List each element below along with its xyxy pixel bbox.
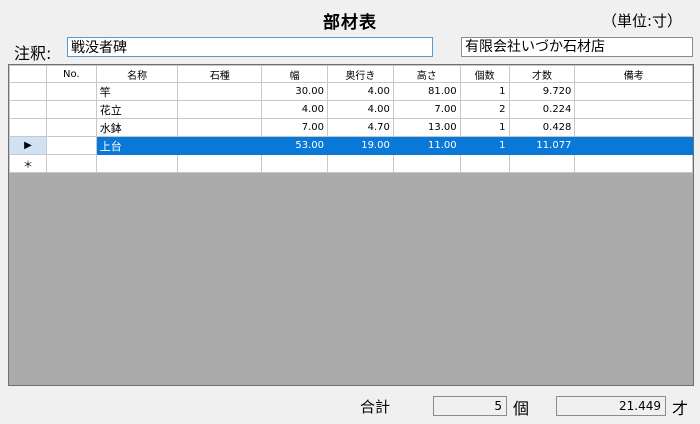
cell-sai[interactable]: 0.224 (508, 100, 576, 119)
table-row[interactable]: 竿 30.00 4.00 81.00 1 9.720 (9, 82, 693, 101)
cell-sai[interactable]: 11.077 (508, 136, 576, 155)
row-header[interactable] (9, 118, 47, 137)
table-header-row: No. 名称 石種 幅 奥行き 高さ 個数 才数 備考 (9, 65, 693, 83)
column-header-sai[interactable]: 才数 (508, 65, 576, 83)
total-label: 合計 (360, 398, 391, 416)
total-count-field: 5 (433, 396, 507, 416)
row-header-new[interactable]: ＊ (9, 154, 47, 173)
page-title: 部材表 (323, 13, 377, 33)
cell-stone[interactable] (177, 118, 263, 137)
unit-label: （単位:寸） (601, 12, 682, 30)
cell-no[interactable] (45, 82, 97, 101)
cell-depth[interactable]: 4.70 (327, 118, 394, 137)
column-header-width[interactable]: 幅 (261, 65, 328, 83)
cell-height[interactable]: 11.00 (392, 136, 461, 155)
cell-width[interactable]: 53.00 (261, 136, 328, 155)
row-header[interactable] (9, 100, 47, 119)
parts-grid[interactable]: No. 名称 石種 幅 奥行き 高さ 個数 才数 備考 竿 30.00 4.00… (8, 64, 694, 386)
current-row-arrow-icon: ▶ (24, 140, 32, 151)
column-header-note[interactable]: 備考 (574, 65, 693, 83)
column-header-name[interactable]: 名称 (95, 65, 179, 83)
total-sai-field: 21.449 (556, 396, 666, 416)
column-header-no[interactable]: No. (45, 65, 97, 83)
cell-note[interactable] (574, 136, 693, 155)
cell-name[interactable]: 水鉢 (95, 118, 179, 137)
column-header-count[interactable]: 個数 (459, 65, 510, 83)
cell-count[interactable]: 1 (459, 136, 510, 155)
cell-depth[interactable] (327, 154, 394, 173)
row-header[interactable] (9, 82, 47, 101)
sai-unit-label: 才 (672, 399, 689, 418)
cell-no[interactable] (45, 118, 97, 137)
cell-no[interactable] (45, 154, 97, 173)
cell-depth[interactable]: 4.00 (327, 82, 394, 101)
cell-width[interactable]: 4.00 (261, 100, 328, 119)
cell-name[interactable]: 花立 (95, 100, 179, 119)
cell-count[interactable]: 2 (459, 100, 510, 119)
row-header-current[interactable]: ▶ (9, 136, 47, 155)
cell-height[interactable]: 13.00 (392, 118, 461, 137)
cell-stone[interactable] (177, 136, 263, 155)
cell-note[interactable] (574, 154, 693, 173)
cell-width[interactable]: 7.00 (261, 118, 328, 137)
memo-label: 注釈: (14, 44, 52, 63)
table-row[interactable]: 水鉢 7.00 4.70 13.00 1 0.428 (9, 118, 693, 137)
cell-stone[interactable] (177, 154, 263, 173)
new-row-asterisk-icon: ＊ (22, 160, 33, 171)
table-row-selected[interactable]: ▶ 上台 53.00 19.00 11.00 1 11.077 (9, 136, 693, 155)
table-new-row[interactable]: ＊ (9, 154, 693, 173)
cell-count[interactable] (459, 154, 510, 173)
cell-sai[interactable]: 9.720 (508, 82, 576, 101)
cell-height[interactable]: 81.00 (392, 82, 461, 101)
column-header-height[interactable]: 高さ (392, 65, 461, 83)
table-row[interactable]: 花立 4.00 4.00 7.00 2 0.224 (9, 100, 693, 119)
row-header-corner (9, 65, 47, 83)
cell-depth[interactable]: 4.00 (327, 100, 394, 119)
cell-no[interactable] (45, 100, 97, 119)
cell-name[interactable]: 上台 (95, 136, 179, 155)
cell-name[interactable] (95, 154, 179, 173)
cell-height[interactable]: 7.00 (392, 100, 461, 119)
cell-note[interactable] (574, 118, 693, 137)
shop-name-field[interactable]: 有限会社いづか石材店 (461, 37, 693, 57)
memo-input[interactable]: 戦没者碑 (67, 37, 433, 57)
cell-stone[interactable] (177, 82, 263, 101)
cell-sai[interactable]: 0.428 (508, 118, 576, 137)
cell-height[interactable] (392, 154, 461, 173)
column-header-stone[interactable]: 石種 (177, 65, 263, 83)
cell-count[interactable]: 1 (459, 118, 510, 137)
cell-note[interactable] (574, 100, 693, 119)
count-unit-label: 個 (513, 399, 530, 418)
cell-width[interactable] (261, 154, 328, 173)
cell-stone[interactable] (177, 100, 263, 119)
cell-count[interactable]: 1 (459, 82, 510, 101)
cell-note[interactable] (574, 82, 693, 101)
cell-sai[interactable] (508, 154, 576, 173)
cell-width[interactable]: 30.00 (261, 82, 328, 101)
cell-depth[interactable]: 19.00 (327, 136, 394, 155)
cell-no[interactable] (45, 136, 97, 155)
column-header-depth[interactable]: 奥行き (327, 65, 394, 83)
cell-name[interactable]: 竿 (95, 82, 179, 101)
parts-table-window: 部材表 （単位:寸） 注釈: 戦没者碑 有限会社いづか石材店 No. 名称 石種… (0, 0, 700, 424)
parts-table: No. 名称 石種 幅 奥行き 高さ 個数 才数 備考 竿 30.00 4.00… (9, 65, 693, 173)
